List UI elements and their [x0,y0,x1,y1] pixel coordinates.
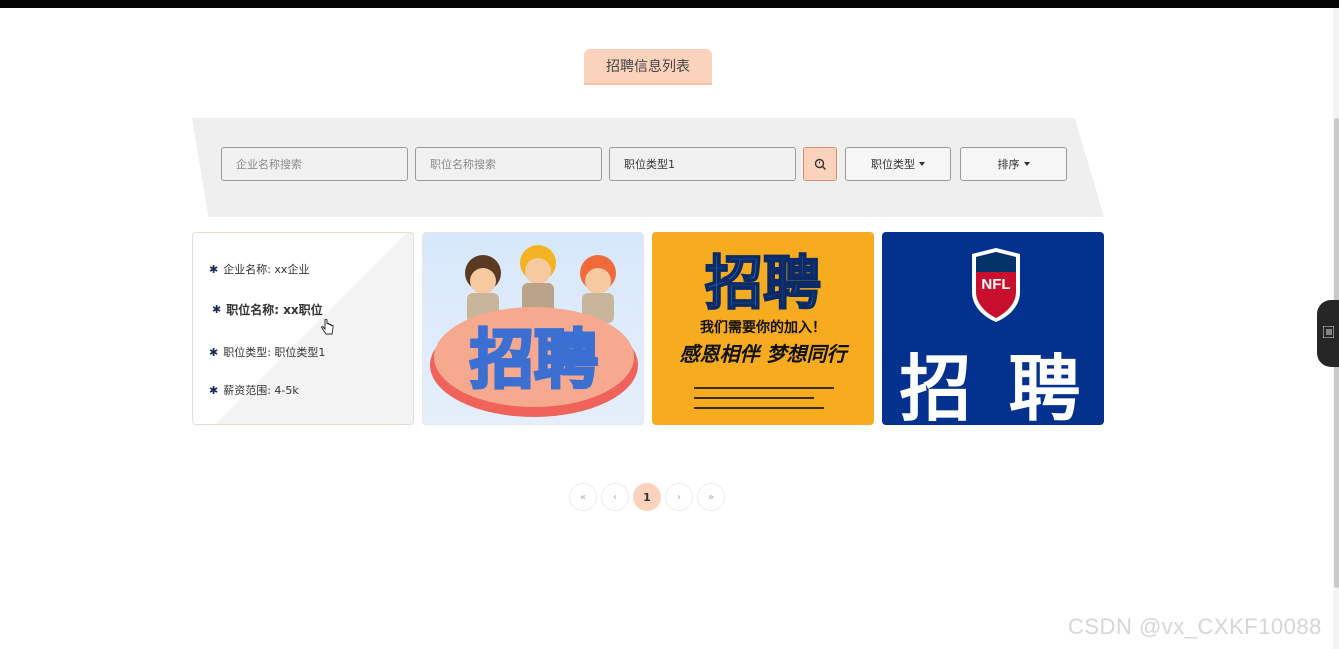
gear-icon: ✱ [209,345,219,359]
recruit-image-poster[interactable]: 招聘 我们需要你的加入！ 感恩相伴 梦想同行 [652,232,874,425]
position-row: ✱ 职位名称: xx职位 [212,301,323,318]
recruit-image-nfl[interactable]: NFL 招 聘 [882,232,1104,425]
top-bar [0,0,1339,8]
csdn-watermark: CSDN @vx_CXKF10088 [1068,614,1322,639]
gear-icon: ✱ [209,383,219,397]
type-row: ✱ 职位类型: 职位类型1 [209,344,325,360]
caret-down-icon [919,162,925,166]
search-icon [814,158,826,170]
menu-icon[interactable] [1323,326,1334,338]
company-row: ✱ 企业名称: xx企业 [209,261,309,277]
type-label: 职位类型: 职位类型1 [223,346,326,359]
recruit-cartoon-text: 招聘 [469,323,600,400]
recruit-image-cartoon[interactable]: 招聘 [422,232,644,425]
poster-title: 招聘 [704,248,822,318]
prev-page-button[interactable]: ‹ [601,483,629,511]
gear-icon: ✱ [212,303,222,316]
sort-dropdown-label: 排序 [997,158,1020,171]
pagination: « ‹ 1 › » [569,483,725,511]
page-1-button[interactable]: 1 [633,483,661,511]
company-search-input[interactable] [221,147,408,181]
salary-label: 薪资范围: 4-5k [223,384,299,397]
gear-icon: ✱ [209,262,219,276]
position-type-dropdown[interactable]: 职位类型 [845,147,951,181]
position-type-dropdown-label: 职位类型 [871,158,915,171]
search-button[interactable] [803,147,837,181]
company-label: 企业名称: xx企业 [223,263,310,276]
sort-dropdown[interactable]: 排序 [960,147,1067,181]
caret-down-icon [1023,162,1030,166]
position-type-input[interactable] [609,147,796,181]
poster-slogan: 感恩相伴 梦想同行 [679,342,847,366]
salary-row: ✱ 薪资范围: 4-5k [209,382,299,398]
page-title: 招聘信息列表 [584,49,712,85]
last-page-button[interactable]: » [697,483,725,511]
poster-details [694,387,844,417]
first-page-button[interactable]: « [569,483,597,511]
position-label: 职位名称: xx职位 [226,303,323,317]
job-info-card[interactable]: ✱ 企业名称: xx企业 ✱ 职位名称: xx职位 ✱ 职位类型: 职位类型1 … [192,232,414,425]
hand-cursor-icon [321,319,334,335]
poster-subtitle: 我们需要你的加入！ [700,320,826,336]
nfl-logo-text: NFL [981,276,1011,293]
next-page-button[interactable]: › [665,483,693,511]
nfl-recruit-text: 招 聘 [899,347,1087,425]
position-search-input[interactable] [415,147,602,181]
